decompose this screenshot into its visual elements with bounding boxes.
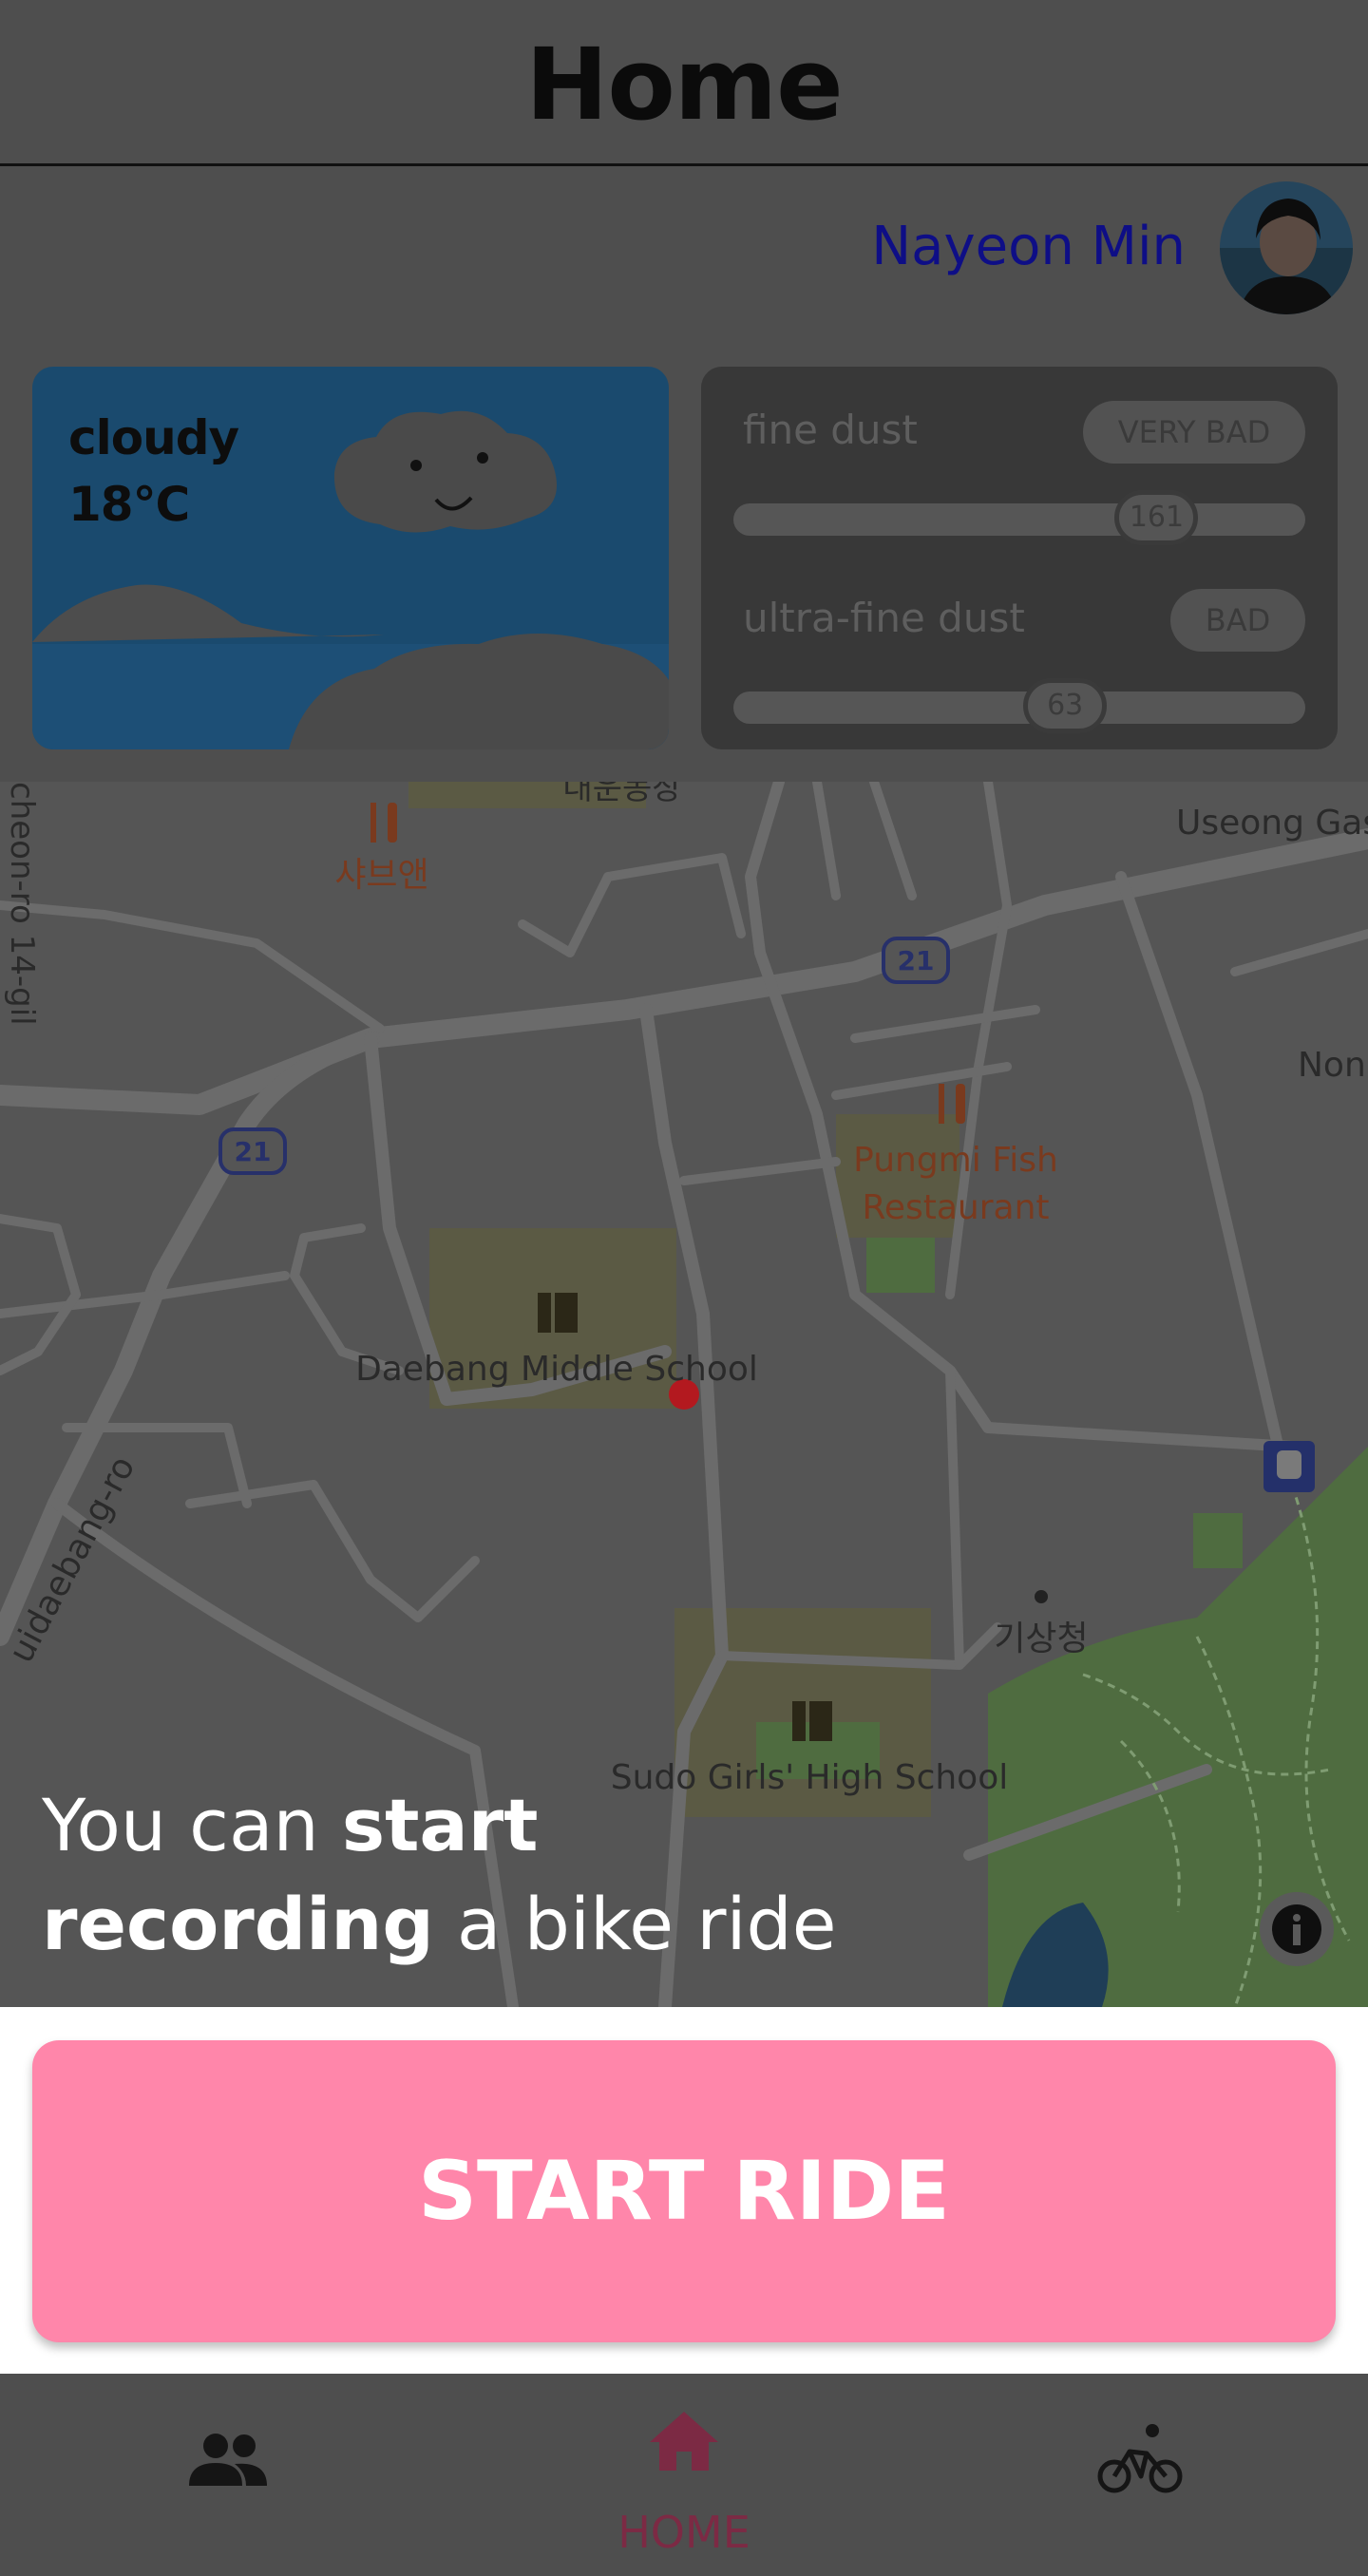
route-badge-north: 21 (882, 937, 950, 984)
bicycle-icon (1097, 2424, 1183, 2493)
fine-dust-gauge: 161 (733, 490, 1305, 545)
promo-prefix: You can (42, 1783, 342, 1867)
info-icon (1272, 1904, 1321, 1954)
route-number-west: 21 (235, 1136, 272, 1167)
route-number-north: 21 (898, 945, 935, 976)
promo-bold-recording: recording (42, 1882, 434, 1966)
weather-condition: cloudy (68, 410, 239, 465)
app-header: Home (0, 0, 1368, 166)
action-area: START RIDE (0, 2007, 1368, 2374)
map-label-restaurant: 샤브앤 (334, 856, 428, 895)
map-label-fish-line1: Pungmi Fish (853, 1141, 1058, 1180)
restaurant-icon (370, 803, 397, 843)
promo-bold-start: start (341, 1783, 539, 1867)
status-panel: Nayeon Min cloudy 18℃ fine dust VERY BAD (0, 166, 1368, 782)
map-label-weather-agency: 기상청 (994, 1619, 1088, 1658)
map-label-fish-line2: Restaurant (862, 1188, 1049, 1227)
map-label-gas: Useong Gas (1176, 804, 1368, 843)
ultra-fine-dust-gauge: 63 (733, 678, 1305, 733)
promo-suffix: a bike ride (433, 1882, 837, 1966)
fine-dust-status-badge: VERY BAD (1083, 401, 1305, 464)
map-label-road-east: Non (1298, 1046, 1366, 1085)
promo-text: You can start recording a bike ride (42, 1776, 837, 1974)
ultra-fine-dust-status-badge: BAD (1170, 589, 1305, 652)
start-ride-button[interactable]: START RIDE (32, 2040, 1336, 2342)
weather-card: cloudy 18℃ (32, 367, 669, 749)
map-label-road-west: cheon-ro 14-gil (3, 782, 41, 1026)
home-icon (650, 2412, 718, 2471)
ultra-fine-dust-label: ultra-fine dust (743, 595, 1025, 641)
school-icon (792, 1701, 832, 1741)
nav-home[interactable]: HOME (456, 2374, 912, 2576)
bottom-navigation: HOME (0, 2374, 1368, 2576)
fine-dust-value: 161 (1114, 490, 1199, 545)
map-info-button[interactable] (1260, 1892, 1334, 1966)
people-icon (189, 2434, 267, 2486)
subway-station-icon (1264, 1441, 1315, 1492)
nav-home-label: HOME (618, 2507, 750, 2558)
page-title: Home (525, 27, 843, 142)
ultra-fine-dust-value: 63 (1023, 678, 1108, 733)
nav-ride[interactable] (912, 2374, 1368, 2576)
map-label-top: 대운동장 (562, 782, 681, 807)
weather-temperature: 18℃ (68, 477, 190, 532)
school-icon (538, 1293, 578, 1333)
route-badge-west: 21 (218, 1127, 287, 1175)
weather-summary: cloudy 18℃ (68, 405, 239, 538)
nav-friends[interactable] (0, 2374, 456, 2576)
map-label-school-1: Daebang Middle School (355, 1350, 758, 1389)
place-dot-icon (1035, 1590, 1048, 1603)
air-quality-card: fine dust VERY BAD 161 ultra-fine dust B… (701, 367, 1338, 749)
user-name[interactable]: Nayeon Min (871, 216, 1186, 277)
avatar[interactable] (1220, 181, 1353, 314)
fine-dust-label: fine dust (743, 407, 918, 453)
